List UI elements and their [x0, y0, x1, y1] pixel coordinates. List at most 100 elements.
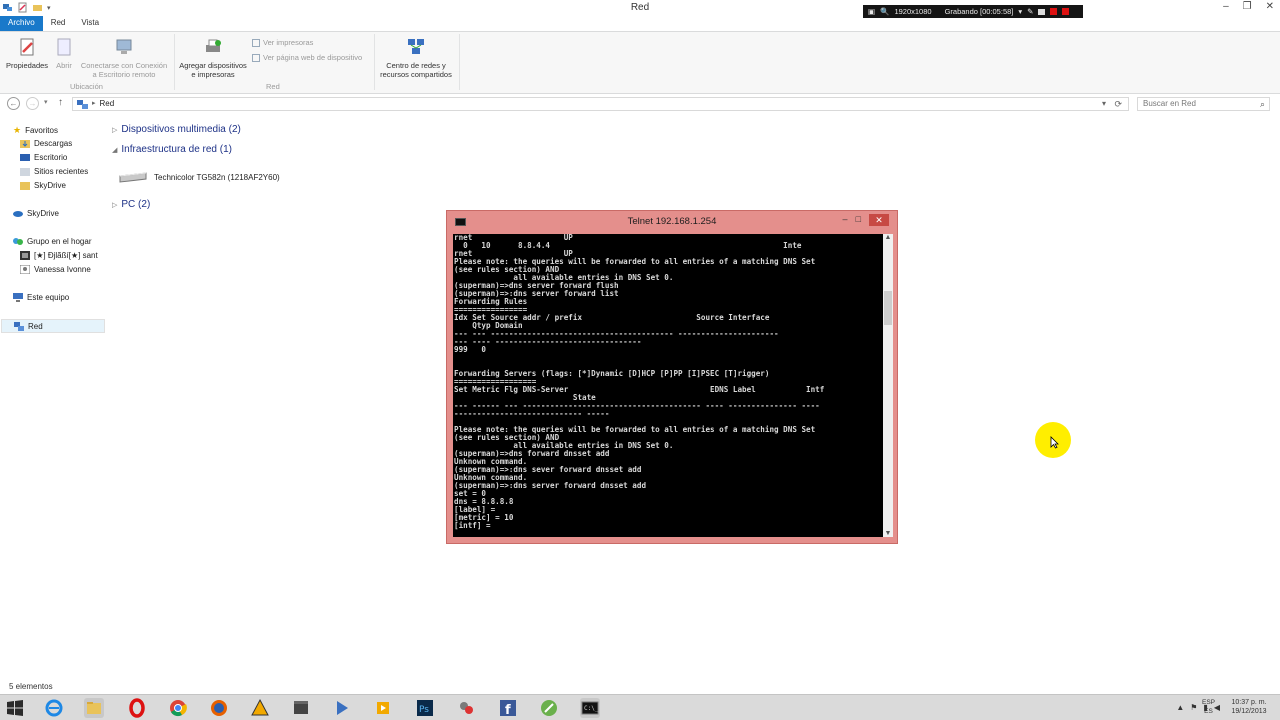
nav-favorites-label: Favoritos	[25, 126, 58, 135]
telnet-maximize-icon[interactable]: □	[856, 214, 861, 226]
photoshop-icon[interactable]: Ps	[415, 698, 435, 718]
input-language[interactable]: ESP ES	[1202, 698, 1215, 716]
navigation-row: ← → ▾ ↑ ▸ Red ▾ ⟳ Buscar en Red ⌕	[0, 95, 1280, 113]
breadcrumb-separator-icon[interactable]: ▸	[92, 98, 96, 110]
address-dropdown-icon[interactable]: ▾	[1102, 98, 1106, 110]
opera-icon[interactable]	[127, 698, 147, 718]
close-icon[interactable]: ✕	[1266, 1, 1274, 12]
recent-locations-icon[interactable]: ▾	[44, 98, 48, 106]
green-app-icon[interactable]	[539, 698, 559, 718]
nav-skydrive-favorite[interactable]: SkyDrive	[20, 181, 66, 190]
recording-menu-icon[interactable]: ▾	[1018, 7, 1022, 16]
chevron-down-icon: ◢	[112, 146, 118, 154]
status-bar-count: 5 elementos	[9, 682, 53, 691]
scrollbar-thumb[interactable]	[884, 291, 892, 325]
chrome-icon[interactable]	[168, 698, 188, 718]
search-input[interactable]: Buscar en Red ⌕	[1137, 97, 1270, 111]
add-devices-button[interactable]: Agregar dispositivos e impresoras	[177, 37, 249, 79]
open-button[interactable]: Abrir	[52, 37, 76, 70]
mouse-pointer-icon	[1050, 436, 1059, 449]
remote-desktop-label-1: Conectarse con Conexión	[80, 61, 168, 70]
nav-skydrive[interactable]: SkyDrive	[13, 209, 59, 218]
nav-network[interactable]: Red	[1, 319, 105, 333]
telnet-minimize-icon[interactable]: –	[843, 214, 848, 226]
nav-skydrive-favorite-label: SkyDrive	[34, 181, 67, 190]
back-button[interactable]: ←	[7, 97, 20, 110]
nav-downloads[interactable]: Descargas	[20, 139, 72, 148]
view-printers-button[interactable]: Ver impresoras	[252, 38, 313, 47]
stop-icon[interactable]	[1062, 8, 1070, 15]
avast-icon[interactable]	[250, 698, 270, 718]
up-arrow-icon[interactable]: ↑	[58, 97, 63, 108]
action-center-icon[interactable]: ⚑	[1190, 703, 1197, 712]
star-icon: ★	[13, 125, 22, 135]
chevron-right-icon: ▷	[112, 201, 118, 209]
minimize-icon[interactable]: –	[1223, 1, 1229, 12]
telnet-close-icon[interactable]: ✕	[869, 214, 889, 226]
group-separator	[374, 34, 375, 90]
scroll-up-icon[interactable]: ▲	[883, 234, 893, 241]
media-player-icon[interactable]	[332, 698, 352, 718]
desktop-icon	[20, 154, 30, 161]
tab-red[interactable]: Red	[43, 16, 74, 31]
tray-expand-icon[interactable]: ▲	[1176, 703, 1184, 712]
tab-archivo[interactable]: Archivo	[0, 16, 43, 31]
pencil-icon[interactable]: ✎	[1027, 7, 1033, 16]
network-tool-icon[interactable]	[456, 698, 476, 718]
pause-icon[interactable]	[1050, 8, 1058, 15]
zoom-icon[interactable]: 🔍	[880, 7, 889, 16]
console-scrollbar[interactable]: ▲ ▼	[883, 234, 893, 537]
device-item[interactable]: Technicolor TG582n (1218AF2Y60)	[118, 170, 280, 184]
properties-icon	[20, 38, 34, 56]
file-explorer-icon[interactable]	[84, 698, 104, 718]
command-prompt-icon[interactable]: C:\_	[580, 698, 600, 718]
ribbon: Propiedades Abrir Conectarse con Conexió…	[0, 31, 1280, 94]
internet-explorer-icon[interactable]	[44, 698, 64, 718]
nav-homegroup-user-2[interactable]: Vanessa Ivonne	[20, 265, 91, 274]
firefox-icon[interactable]	[209, 698, 229, 718]
nav-favorites[interactable]: ★ Favoritos	[13, 125, 58, 136]
tab-vista[interactable]: Vista	[73, 16, 107, 31]
vlc-player-icon[interactable]	[373, 698, 393, 718]
movie-maker-icon[interactable]	[291, 698, 311, 718]
ribbon-tabs: Archivo Red Vista	[0, 16, 1280, 31]
camera-icon[interactable]	[1038, 8, 1046, 15]
clock[interactable]: 10:37 p. m. 19/12/2013	[1224, 698, 1274, 716]
search-icon[interactable]: ⌕	[1260, 98, 1265, 110]
network-center-button[interactable]: Centro de redes y recursos compartidos	[377, 37, 455, 79]
recording-resolution: 1920x1080	[894, 7, 932, 16]
forward-button[interactable]: →	[26, 97, 39, 110]
breadcrumb-red[interactable]: Red	[100, 98, 115, 110]
downloads-folder-icon	[20, 140, 30, 148]
record-area-icon[interactable]: ▣	[868, 7, 875, 16]
cloud-icon	[13, 211, 23, 217]
network-center-icon	[408, 39, 424, 54]
svg-text:C:\_: C:\_	[584, 705, 599, 712]
title-bar: ▾ Red – ❐ ✕	[0, 0, 1280, 16]
network-icon	[14, 321, 24, 331]
remote-desktop-button[interactable]: Conectarse con Conexión a Escritorio rem…	[78, 37, 170, 79]
properties-button[interactable]: Propiedades	[4, 37, 50, 70]
address-bar[interactable]: ▸ Red ▾ ⟳	[72, 97, 1129, 111]
group-label-location: Ubicación	[70, 82, 103, 91]
group-network-infrastructure[interactable]: ◢ Infraestructura de red (1)	[112, 144, 232, 155]
nav-this-pc[interactable]: Este equipo	[13, 293, 69, 302]
nav-desktop[interactable]: Escritorio	[20, 153, 67, 162]
nav-homegroup[interactable]: Grupo en el hogar	[13, 237, 92, 246]
group-pc[interactable]: ▷ PC (2)	[112, 199, 150, 210]
nav-recent[interactable]: Sitios recientes	[20, 167, 88, 176]
group-network-infrastructure-label: Infraestructura de red (1)	[121, 144, 232, 155]
restore-icon[interactable]: ❐	[1243, 1, 1252, 12]
telnet-window[interactable]: Telnet 192.168.1.254 – □ ✕ rnet UP 0 10 …	[446, 210, 898, 544]
nav-homegroup-user-1[interactable]: [★] Ðjlãßí[★] sant	[20, 251, 98, 260]
network-center-label-1: Centro de redes y	[386, 61, 446, 70]
group-multimedia-devices[interactable]: ▷ Dispositivos multimedia (2)	[112, 124, 241, 135]
open-label: Abrir	[56, 61, 72, 70]
view-printers-icon	[252, 38, 260, 47]
refresh-icon[interactable]: ⟳	[1114, 98, 1122, 110]
view-device-page-button[interactable]: Ver página web de dispositivo	[252, 53, 362, 62]
facebook-icon[interactable]: f	[498, 698, 518, 718]
windows-start-icon[interactable]	[7, 700, 23, 716]
console-screen[interactable]: rnet UP 0 10 8.8.4.4 Inte rnet UP Please…	[453, 234, 883, 537]
scroll-down-icon[interactable]: ▼	[883, 530, 893, 537]
